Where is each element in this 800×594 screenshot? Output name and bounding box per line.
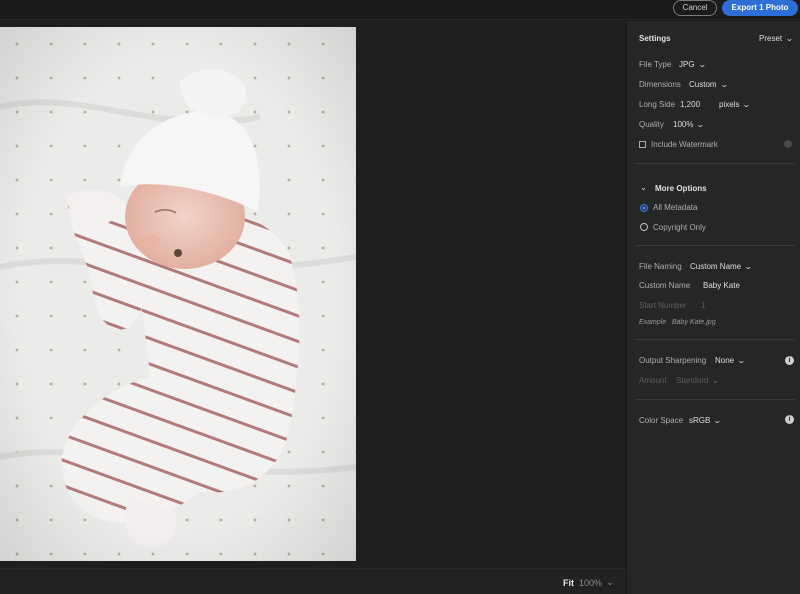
amount-value: Standard xyxy=(676,376,709,385)
chevron-down-icon: ⌄ xyxy=(711,376,721,385)
file-naming-value: Custom Name xyxy=(690,262,742,271)
long-side-input[interactable]: 1,200 xyxy=(680,100,700,109)
dimensions-label: Dimensions xyxy=(639,80,681,89)
info-icon[interactable]: i xyxy=(785,415,794,424)
top-bar: Cancel Export 1 Photo xyxy=(0,0,800,20)
output-sharpening-value: None xyxy=(715,356,735,365)
long-side-unit-dropdown[interactable]: pixels ⌄ xyxy=(719,100,752,109)
long-side-unit: pixels xyxy=(719,100,740,109)
chevron-down-icon[interactable]: ⌄ xyxy=(606,577,614,588)
preset-dropdown[interactable]: Preset ⌄ xyxy=(759,34,794,43)
zoom-level[interactable]: 100% xyxy=(579,578,602,588)
chevron-down-icon[interactable]: ⌄ xyxy=(640,183,647,192)
example-value: Baby Kate.jpg xyxy=(672,319,716,326)
divider xyxy=(635,339,795,340)
file-naming-label: File Naming xyxy=(639,262,682,271)
file-type-dropdown[interactable]: JPG ⌄ xyxy=(679,60,707,69)
chevron-down-icon: ⌄ xyxy=(744,262,753,271)
preset-label: Preset xyxy=(759,34,783,43)
example-label: Example xyxy=(639,319,667,326)
quality-value: 100% xyxy=(673,120,694,129)
long-side-label: Long Side xyxy=(639,100,676,109)
more-options-title[interactable]: More Options xyxy=(655,184,707,193)
chevron-down-icon: ⌄ xyxy=(785,34,794,43)
watermark-label: Include Watermark xyxy=(651,140,718,149)
cancel-button[interactable]: Cancel xyxy=(673,0,717,16)
fit-button[interactable]: Fit xyxy=(563,578,574,588)
file-type-label: File Type xyxy=(639,60,672,69)
amount-dropdown[interactable]: Standard ⌄ xyxy=(676,376,721,385)
start-number-label: Start Number xyxy=(639,301,687,310)
output-sharpening-label: Output Sharpening xyxy=(639,356,707,365)
file-naming-dropdown[interactable]: Custom Name ⌄ xyxy=(690,262,753,271)
dimensions-dropdown[interactable]: Custom ⌄ xyxy=(689,80,729,89)
photo-preview-area xyxy=(0,21,626,568)
divider xyxy=(635,399,795,400)
chevron-down-icon: ⌄ xyxy=(713,416,723,425)
amount-label: Amount xyxy=(639,376,667,385)
radio-copyright-only[interactable] xyxy=(640,223,648,231)
color-space-label: Color Space xyxy=(639,416,684,425)
color-space-dropdown[interactable]: sRGB ⌄ xyxy=(689,416,723,425)
chevron-down-icon: ⌄ xyxy=(696,120,706,129)
settings-title: Settings xyxy=(639,34,671,43)
divider xyxy=(635,163,795,164)
divider xyxy=(635,245,795,246)
file-type-value: JPG xyxy=(679,60,695,69)
quality-dropdown[interactable]: 100% ⌄ xyxy=(673,120,706,129)
copyright-only-label: Copyright Only xyxy=(653,223,706,232)
watermark-settings-icon[interactable] xyxy=(784,140,792,148)
watermark-checkbox[interactable] xyxy=(639,141,646,148)
chevron-down-icon: ⌄ xyxy=(697,60,707,69)
baby-photo-image xyxy=(0,27,356,561)
export-settings-panel: Settings Preset ⌄ File Type JPG ⌄ Dimensio… xyxy=(626,21,800,594)
all-metadata-label: All Metadata xyxy=(653,203,698,212)
quality-label: Quality xyxy=(639,120,664,129)
color-space-value: sRGB xyxy=(689,416,711,425)
chevron-down-icon: ⌄ xyxy=(742,100,752,109)
custom-name-label: Custom Name xyxy=(639,281,691,290)
chevron-down-icon: ⌄ xyxy=(737,356,746,365)
chevron-down-icon: ⌄ xyxy=(719,80,729,89)
export-button[interactable]: Export 1 Photo xyxy=(722,0,798,16)
output-sharpening-dropdown[interactable]: None ⌄ xyxy=(715,356,746,365)
custom-name-input[interactable]: Baby Kate xyxy=(703,281,740,290)
start-number-input[interactable]: 1 xyxy=(701,301,705,310)
photo-preview xyxy=(0,27,356,561)
radio-all-metadata[interactable] xyxy=(640,204,648,212)
info-icon[interactable]: i xyxy=(785,356,794,365)
dimensions-value: Custom xyxy=(689,80,717,89)
preview-toolbar: Fit 100% ⌄ xyxy=(0,568,626,594)
